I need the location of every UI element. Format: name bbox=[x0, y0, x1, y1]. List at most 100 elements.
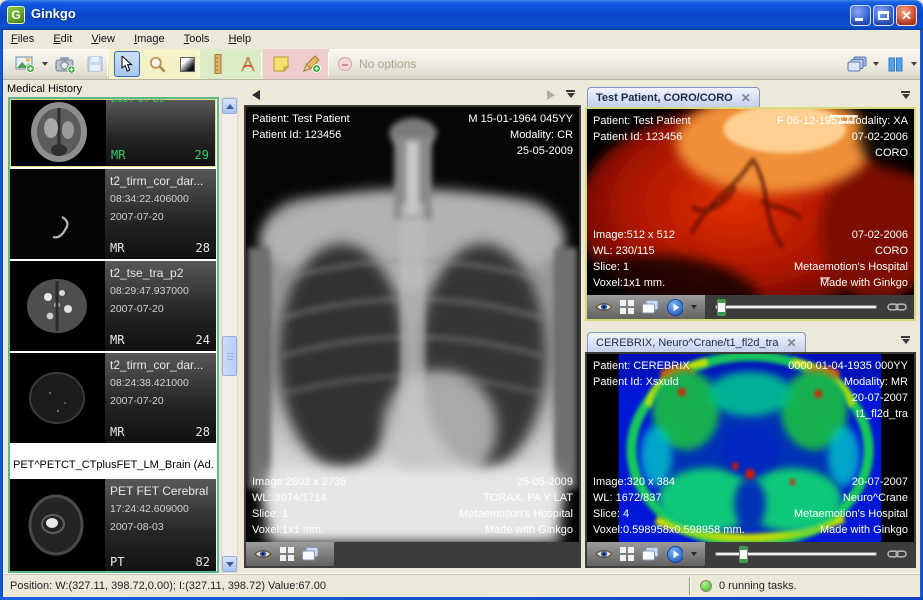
cine-slider-thumb[interactable] bbox=[739, 546, 748, 563]
cerebrix-viewport[interactable]: Patient: CEREBRIXPatient Id: Xsxuld 0000… bbox=[587, 354, 914, 542]
medical-history-header: Medical History bbox=[3, 81, 241, 97]
tab-close-icon[interactable]: ✕ bbox=[786, 337, 796, 349]
maximize-icon bbox=[878, 11, 889, 20]
xray-viewer-toolbar bbox=[246, 542, 579, 566]
tab-list-dropdown[interactable] bbox=[566, 90, 575, 98]
app-icon: G bbox=[7, 6, 25, 24]
options-group: No options bbox=[333, 49, 421, 79]
tab-coro[interactable]: Test Patient, CORO/CORO ✕ bbox=[587, 87, 760, 107]
series-list: 2007-07-20 MR 29 t2_tirm_cor_dar... 08:3… bbox=[8, 97, 219, 573]
series-date: 2007-07-20 bbox=[110, 303, 164, 315]
minimize-icon bbox=[855, 18, 863, 21]
open-image-dropdown[interactable] bbox=[42, 62, 48, 66]
save-icon bbox=[87, 56, 103, 72]
pointer-icon bbox=[121, 56, 133, 72]
series-panels-button[interactable] bbox=[642, 300, 658, 314]
ruler-tool-button[interactable] bbox=[205, 51, 231, 77]
menu-image[interactable]: Image bbox=[126, 30, 173, 47]
series-list-item[interactable]: t2_tirm_cor_dar... 08:34:22.406000 2007-… bbox=[10, 169, 216, 259]
close-icon: ✕ bbox=[901, 8, 912, 23]
scroll-up-button[interactable] bbox=[222, 98, 237, 114]
study-group-header: PET^PETCT_CTplusFET_LM_Brain (Ad... bbox=[12, 455, 214, 475]
menu-view[interactable]: View bbox=[83, 30, 123, 47]
series-layout-icon bbox=[847, 56, 867, 73]
window-level-tool-button[interactable] bbox=[174, 51, 200, 77]
zoom-tool-button[interactable] bbox=[144, 51, 170, 77]
series-thumbnail bbox=[10, 261, 105, 351]
ruler-icon bbox=[214, 54, 222, 74]
scroll-down-button[interactable] bbox=[222, 556, 237, 572]
coro-viewer-panel: Patient: Test PatientPatient Id: 123456 … bbox=[585, 107, 916, 321]
cine-slider-thumb[interactable] bbox=[717, 299, 726, 316]
split-view-dropdown[interactable] bbox=[911, 62, 917, 66]
series-title: t2_tirm_cor_dar... bbox=[110, 174, 203, 188]
tab-scroll-left-button[interactable] bbox=[252, 90, 260, 100]
play-options-dropdown[interactable] bbox=[691, 305, 697, 309]
series-panels-button[interactable] bbox=[302, 547, 319, 561]
split-view-button[interactable] bbox=[882, 51, 908, 77]
series-list-item[interactable]: t2_tse_tra_p2 08:29:47.937000 2007-07-20… bbox=[10, 261, 216, 351]
tab-label: Test Patient, CORO/CORO bbox=[596, 92, 733, 104]
series-count: 82 bbox=[196, 555, 210, 569]
series-time: 08:34:22.406000 bbox=[110, 193, 189, 205]
menu-edit[interactable]: Edit bbox=[45, 30, 80, 47]
close-button[interactable]: ✕ bbox=[896, 5, 917, 26]
series-list-item[interactable]: PET FET Cerebral 17:24:42.609000 2007-08… bbox=[10, 479, 216, 573]
coro-viewport[interactable]: Patient: Test PatientPatient Id: 123456 … bbox=[587, 109, 914, 295]
play-button[interactable] bbox=[667, 546, 683, 563]
study-info-overlay: F 06-12-1951 Modality: XA07-02-2006CORO bbox=[777, 113, 908, 161]
menu-help[interactable]: Help bbox=[220, 30, 259, 47]
menu-files[interactable]: Files bbox=[3, 30, 42, 47]
series-layout-button[interactable] bbox=[844, 51, 870, 77]
series-modality: MR bbox=[110, 241, 124, 255]
center-tab-strip bbox=[244, 86, 581, 105]
note-tool-button[interactable] bbox=[268, 51, 294, 77]
visibility-button[interactable] bbox=[254, 548, 272, 560]
scrollbar-thumb[interactable] bbox=[222, 336, 237, 376]
title-bar[interactable]: G Ginkgo ✕ bbox=[0, 0, 923, 30]
study-info-overlay: 0000 01-04-1935 000YYModality: MR 20-07-… bbox=[788, 358, 908, 422]
series-list-item[interactable]: 2007-07-20 MR 29 bbox=[10, 99, 216, 167]
visibility-button[interactable] bbox=[595, 548, 612, 560]
coro-viewer-toolbar bbox=[587, 295, 914, 319]
tab-list-dropdown[interactable] bbox=[901, 336, 910, 344]
position-status: Position: W:(327.11, 398.72,0.00); I:(32… bbox=[10, 580, 326, 592]
series-panels-button[interactable] bbox=[642, 547, 658, 561]
grid-layout-button[interactable] bbox=[280, 547, 294, 561]
tab-scroll-right-button[interactable] bbox=[547, 90, 555, 100]
play-options-dropdown[interactable] bbox=[691, 552, 697, 556]
grid-layout-button[interactable] bbox=[620, 300, 634, 314]
toolbar-separator bbox=[198, 52, 199, 76]
link-series-button[interactable] bbox=[887, 549, 907, 559]
snapshot-button[interactable] bbox=[52, 51, 78, 77]
save-button[interactable] bbox=[82, 51, 108, 77]
play-button[interactable] bbox=[667, 299, 683, 316]
pointer-tool-button[interactable] bbox=[114, 51, 140, 77]
series-thumbnail bbox=[10, 169, 105, 259]
xray-viewport[interactable]: Patient: Test PatientPatient Id: 123456 … bbox=[246, 107, 579, 542]
series-date: 2007-07-20 bbox=[110, 395, 164, 407]
visibility-button[interactable] bbox=[595, 301, 612, 313]
minimize-button[interactable] bbox=[850, 5, 871, 26]
main-toolbar: No options bbox=[3, 49, 920, 80]
series-layout-dropdown[interactable] bbox=[873, 62, 879, 66]
series-modality: PT bbox=[110, 555, 124, 569]
grid-layout-button[interactable] bbox=[620, 547, 634, 561]
annotate-tool-button[interactable] bbox=[298, 51, 324, 77]
status-bar: Position: W:(327.11, 398.72,0.00); I:(32… bbox=[3, 573, 920, 597]
tab-cerebrix[interactable]: CEREBRIX, Neuro^Crane/t1_fl2d_tra ✕ bbox=[587, 332, 806, 352]
cine-slider[interactable] bbox=[715, 552, 877, 556]
series-list-item[interactable]: t2_tirm_cor_dar... 08:24:38.421000 2007-… bbox=[10, 353, 216, 443]
cine-slider[interactable] bbox=[715, 305, 877, 309]
angle-tool-button[interactable] bbox=[235, 51, 261, 77]
tab-close-icon[interactable]: ✕ bbox=[741, 92, 751, 104]
tab-list-dropdown[interactable] bbox=[901, 91, 910, 99]
link-series-button[interactable] bbox=[887, 302, 907, 312]
image-info-overlay: Image:2802 x 2735WL: 3074/1714 Slice: 1V… bbox=[252, 474, 346, 538]
maximize-button[interactable] bbox=[873, 5, 894, 26]
open-image-button[interactable] bbox=[12, 51, 38, 77]
series-modality: MR bbox=[110, 333, 124, 347]
series-list-scrollbar[interactable] bbox=[221, 97, 238, 573]
menu-tools[interactable]: Tools bbox=[176, 30, 218, 47]
coro-tab-bar: Test Patient, CORO/CORO ✕ bbox=[585, 86, 916, 107]
